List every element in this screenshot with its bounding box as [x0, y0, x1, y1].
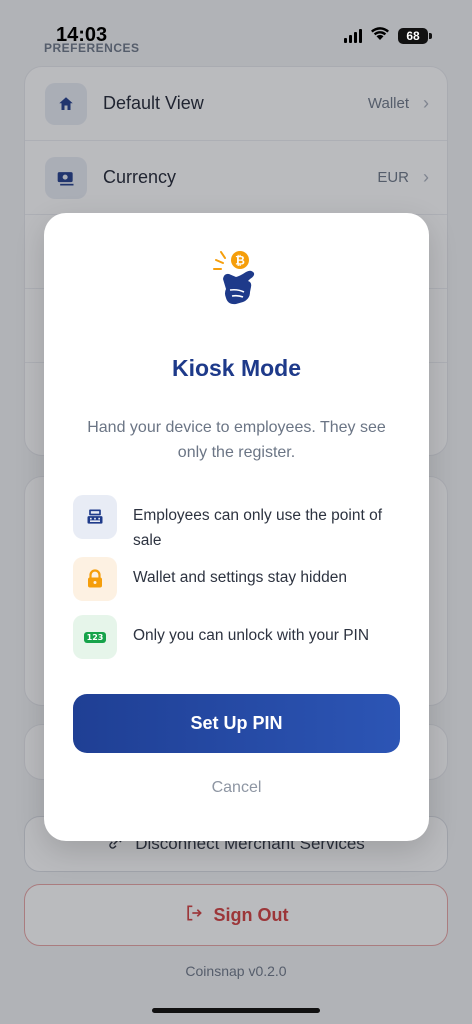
feature-item-pin-unlock: 123 Only you can unlock with your PIN	[73, 615, 403, 659]
feature-text: Only you can unlock with your PIN	[133, 627, 370, 644]
dialog-title: Kiosk Mode	[171, 355, 302, 381]
feature-text: Wallet and settings stay hidden	[133, 569, 347, 586]
home-indicator[interactable]	[152, 1008, 320, 1013]
cancel-button[interactable]: Cancel	[44, 779, 429, 797]
pin-pad-icon: 123	[73, 615, 117, 659]
battery-level: 68	[398, 28, 428, 44]
cash-register-icon	[73, 495, 117, 539]
battery-icon: 68	[398, 28, 432, 44]
cellular-signal-icon	[344, 29, 362, 43]
kiosk-mode-dialog: ₿ Kiosk Mode Hand your device to employe…	[44, 213, 429, 841]
feature-item-pos-only: Employees can only use the point of sale	[73, 495, 403, 553]
hand-coin-icon: ₿	[210, 249, 262, 311]
status-time: 14:03	[56, 24, 108, 46]
wifi-icon	[370, 26, 390, 46]
feature-item-hidden: Wallet and settings stay hidden	[73, 557, 403, 601]
status-icons: 68	[344, 26, 432, 46]
pin-badge: 123	[83, 631, 107, 643]
status-bar: 14:03 68	[0, 0, 472, 64]
lock-icon	[73, 557, 117, 601]
set-up-pin-button[interactable]: Set Up PIN	[73, 694, 400, 753]
svg-text:₿: ₿	[235, 254, 245, 268]
feature-text: Employees can only use the point of sale	[133, 507, 383, 549]
dialog-description: Hand your device to employees. They see …	[87, 419, 386, 461]
